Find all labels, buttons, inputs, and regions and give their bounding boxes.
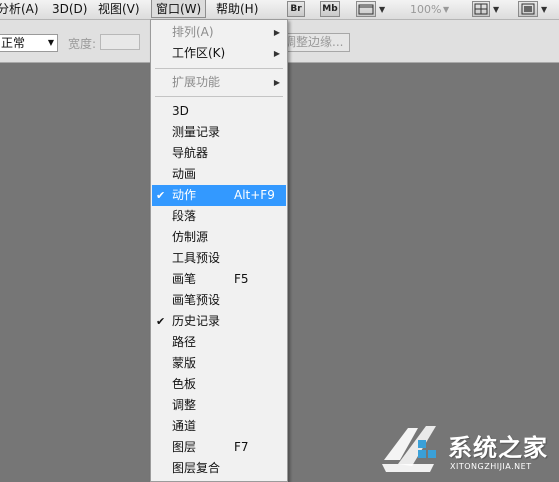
- view-extras-icon[interactable]: [356, 1, 376, 17]
- menu-item-animation[interactable]: 动画: [152, 164, 286, 185]
- menu-item-paths[interactable]: 路径: [152, 332, 286, 353]
- menu-item-brush-presets[interactable]: 画笔预设: [152, 290, 286, 311]
- menu-help[interactable]: 帮助(H): [216, 0, 258, 19]
- submenu-arrow-icon: ▶: [273, 28, 280, 37]
- menu-item-extensions[interactable]: 扩展功能 ▶: [152, 72, 286, 93]
- menu-item-layer-comps[interactable]: 图层复合: [152, 458, 286, 479]
- menu-item-adjustments[interactable]: 调整: [152, 395, 286, 416]
- submenu-arrow-icon: ▶: [273, 49, 280, 58]
- checkmark-icon: ✔: [156, 189, 166, 202]
- style-select[interactable]: 正常 ▼: [0, 34, 58, 52]
- menu-item-measurement-log[interactable]: 测量记录: [152, 122, 286, 143]
- style-select-value: 正常: [1, 36, 26, 50]
- menu-item-history[interactable]: ✔ 历史记录: [152, 311, 286, 332]
- checkmark-icon: ✔: [156, 315, 166, 328]
- menu-item-masks[interactable]: 蒙版: [152, 353, 286, 374]
- chevron-down-icon: ▼: [47, 38, 54, 47]
- menu-item-paragraph[interactable]: 段落: [152, 206, 286, 227]
- width-label: 宽度:: [68, 37, 97, 51]
- menu-3d[interactable]: 3D(D): [52, 0, 87, 19]
- menu-item-navigator[interactable]: 导航器: [152, 143, 286, 164]
- watermark-logo-icon: [382, 426, 436, 472]
- arrange-caret-icon[interactable]: ▼: [493, 0, 499, 19]
- menu-analysis[interactable]: 分析(A): [0, 0, 39, 19]
- screen-mode-caret-icon[interactable]: ▼: [541, 0, 547, 19]
- menu-separator: [155, 68, 283, 69]
- refine-edge-button[interactable]: 调整边缘...: [282, 33, 350, 52]
- minibridge-button[interactable]: Mb: [320, 1, 340, 17]
- menu-item-clone-source[interactable]: 仿制源: [152, 227, 286, 248]
- arrange-documents-icon[interactable]: [472, 1, 490, 17]
- screen-mode-icon[interactable]: [518, 1, 538, 17]
- zoom-caret-icon[interactable]: ▼: [443, 0, 449, 19]
- menu-item-shortcut: F7: [234, 440, 249, 454]
- bridge-button[interactable]: Br: [287, 1, 305, 17]
- window-menu-dropdown: 排列(A) ▶ 工作区(K) ▶ 扩展功能 ▶ 3D 测量记录 导航器 动画 ✔…: [150, 19, 288, 482]
- watermark: 系统之家 XITONGZHIJIA.NET: [378, 420, 556, 478]
- menu-item-brush[interactable]: 画笔 F5: [152, 269, 286, 290]
- menu-separator: [155, 96, 283, 97]
- menu-item-tool-presets[interactable]: 工具预设: [152, 248, 286, 269]
- menu-item-workspace[interactable]: 工作区(K) ▶: [152, 43, 286, 64]
- menu-item-arrange[interactable]: 排列(A) ▶: [152, 22, 286, 43]
- zoom-level[interactable]: 100%: [410, 0, 441, 19]
- menu-bar: 分析(A) 3D(D) 视图(V) 窗口(W) 帮助(H) Br Mb ▼ 10…: [0, 0, 559, 20]
- menu-item-actions[interactable]: ✔ 动作 Alt+F9: [152, 185, 286, 206]
- menu-item-swatches[interactable]: 色板: [152, 374, 286, 395]
- menu-item-channels[interactable]: 通道: [152, 416, 286, 437]
- width-input[interactable]: [100, 34, 140, 50]
- watermark-title: 系统之家: [448, 434, 548, 462]
- menu-window[interactable]: 窗口(W): [151, 0, 207, 18]
- menu-view[interactable]: 视图(V): [98, 0, 140, 19]
- view-extras-caret-icon[interactable]: ▼: [379, 0, 385, 19]
- menu-item-layers[interactable]: 图层 F7: [152, 437, 286, 458]
- menu-item-shortcut: Alt+F9: [234, 188, 275, 202]
- menu-item-shortcut: F5: [234, 272, 249, 286]
- submenu-arrow-icon: ▶: [273, 78, 280, 87]
- watermark-subtitle: XITONGZHIJIA.NET: [450, 462, 532, 471]
- menu-item-3d[interactable]: 3D: [152, 101, 286, 122]
